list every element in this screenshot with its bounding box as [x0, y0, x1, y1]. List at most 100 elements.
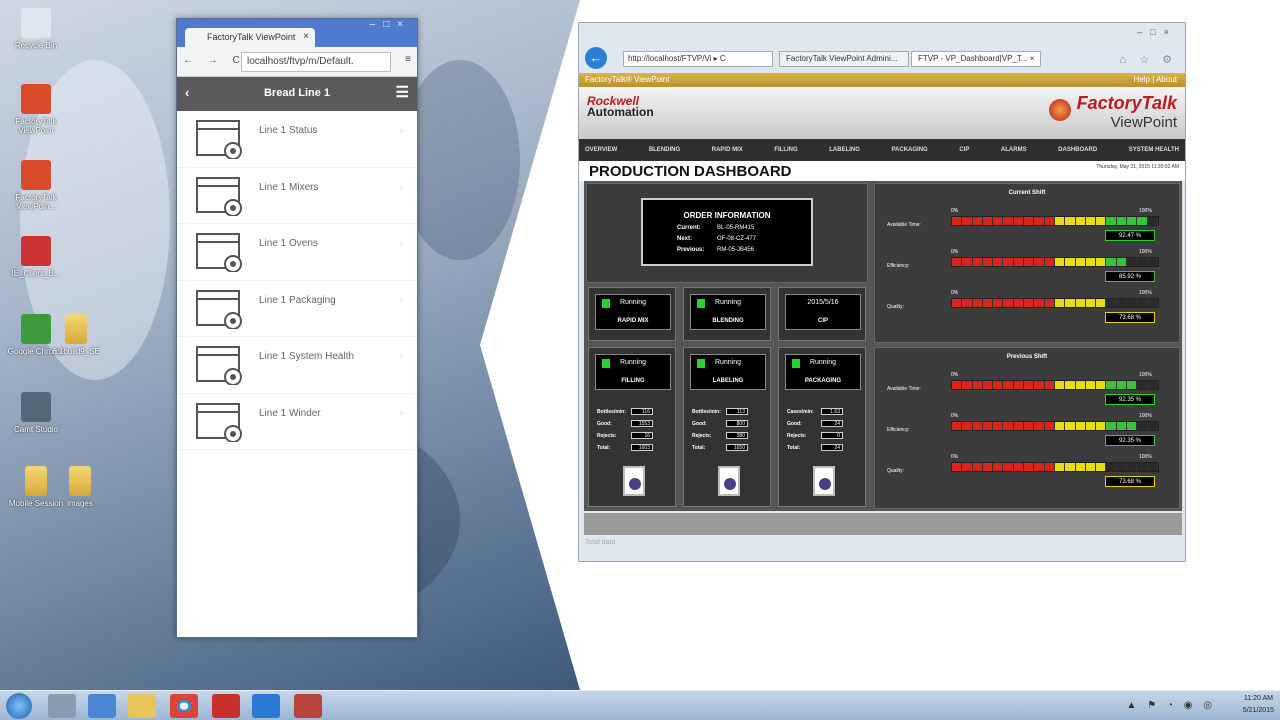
bar-segment — [1147, 217, 1158, 225]
bar-segment — [1034, 422, 1045, 430]
display-list-item[interactable]: Line 1 Ovens › — [177, 224, 417, 281]
ie-window-controls[interactable]: –□× — [1137, 27, 1177, 37]
ie-address-input[interactable]: http://localhost/FTVP/Vi ▸ C — [623, 51, 773, 67]
bar-segment — [952, 299, 963, 307]
ie-tab-dashboard[interactable]: FTVP - VP_Dashboard|VP_T... × — [911, 51, 1041, 67]
url-input[interactable]: localhost/ftvp/m/Default. — [241, 52, 391, 72]
taskbar-remote-icon[interactable] — [88, 694, 116, 718]
counter-row: Total: 1603 — [597, 444, 653, 451]
nav-link-blending[interactable]: BLENDING — [649, 147, 680, 153]
oee-metric: Quality: 0% 100% 73.68 % — [887, 450, 1175, 490]
nav-link-filling[interactable]: FILLING — [774, 147, 797, 153]
counter-label: Good: — [787, 421, 802, 427]
metric-bar — [951, 421, 1159, 431]
display-list-item[interactable]: Line 1 Winder › — [177, 394, 417, 450]
nav-link-labeling[interactable]: LABELING — [829, 147, 860, 153]
unit-panel[interactable]: Running LABELING Bottles/min: 113 Good: 800 Re… — [683, 347, 771, 507]
display-label: Line 1 Ovens — [259, 238, 318, 249]
window-controls[interactable]: –□× — [370, 19, 411, 30]
factorytalk-logo-icon — [1048, 99, 1071, 121]
counter-row: Total: 1650 — [692, 444, 748, 451]
desktop-icon[interactable]: Recycle Bin — [6, 8, 66, 50]
bar-segment — [962, 217, 973, 225]
tray-icons[interactable]: ▲ ⚑ ◔ ◉ ◎ — [1127, 700, 1216, 711]
desktop-icon[interactable]: Camt Studio — [6, 392, 66, 434]
display-list-item[interactable]: Line 1 System Health › — [177, 337, 417, 394]
bar-segment — [962, 299, 973, 307]
nav-link-overview[interactable]: OVERVIEW — [585, 147, 617, 153]
unit-panel[interactable]: Running RAPID MIX — [588, 287, 676, 341]
chrome-menu-icon[interactable]: ≡ — [405, 54, 411, 65]
unit-status: Running — [809, 359, 837, 366]
taskbar-ie-icon[interactable] — [252, 694, 280, 718]
desktop-icon[interactable]: 6.1build9_SE — [46, 314, 106, 356]
display-list-item[interactable]: Line 1 Status › — [177, 111, 417, 168]
oee-metric: Available Time: 0% 100% 92.35 % — [887, 368, 1175, 408]
back-icon[interactable]: ‹ — [185, 85, 189, 100]
unit-panel[interactable]: Running BLENDING — [683, 287, 771, 341]
desktop-icon[interactable]: FactoryTalk ViewPoin... — [6, 160, 66, 211]
nav-link-system-health[interactable]: SYSTEM HEALTH — [1129, 147, 1179, 153]
counter-label: Bottles/min: — [692, 409, 721, 415]
ie-back-button[interactable]: ← — [585, 47, 607, 69]
bar-segment — [1137, 422, 1148, 430]
unit-panel[interactable]: 2015/5/16 CIP — [778, 287, 866, 341]
nav-link-cip[interactable]: CIP — [959, 147, 969, 153]
metric-bar — [951, 216, 1159, 226]
close-tab-icon[interactable]: × — [303, 31, 309, 42]
chevron-right-icon: › — [399, 294, 403, 306]
bar-segment — [1147, 422, 1158, 430]
oee-metric: Efficiency: 0% 100% 92.35 % — [887, 409, 1175, 449]
unit-panel[interactable]: Running PACKAGING Cases/min: 1.63 Good: 24 Rej… — [778, 347, 866, 507]
bar-segment — [1034, 381, 1045, 389]
taskbar-app-icon[interactable] — [212, 694, 240, 718]
app-bar: FactoryTalk® ViewPoint Help | About — [579, 73, 1185, 87]
unit-panel[interactable]: Running FILLING Bottles/min: 116 Good: 1553 Re… — [588, 347, 676, 507]
desktop-icon[interactable]: IE_Client_B... — [6, 236, 66, 278]
bar-segment — [1116, 217, 1128, 225]
nav-link-packaging[interactable]: PACKAGING — [892, 147, 928, 153]
bar-segment — [972, 422, 983, 430]
chrome-tab-bar: FactoryTalk ViewPoint × –□× — [177, 19, 417, 47]
nav-link-rapid-mix[interactable]: RAPID MIX — [712, 147, 743, 153]
unit-name: FILLING — [621, 378, 645, 384]
ie-tab-admin[interactable]: FactoryTalk ViewPoint Admini... — [779, 51, 909, 67]
taskbar-chrome-icon[interactable] — [170, 694, 198, 718]
bar-segment — [1147, 463, 1158, 471]
taskbar-factorytalk-icon[interactable] — [294, 694, 322, 718]
desktop-icon-image — [21, 84, 51, 114]
bar-segment — [1034, 258, 1045, 266]
counter-value: 16 — [631, 432, 653, 439]
clock[interactable]: 11:20 AM 5/21/2015 — [1243, 693, 1274, 717]
bar-segment — [962, 422, 973, 430]
bar-segment — [1013, 381, 1025, 389]
metric-value: 92.35 % — [1105, 435, 1155, 446]
desktop-icon-image — [25, 466, 47, 496]
ie-favorites-icons[interactable]: ⌂ ☆ ⚙ — [1120, 53, 1177, 66]
scale-max: 100% — [1139, 454, 1152, 460]
desktop-icon[interactable]: FactoryTalk ViewPoint — [6, 84, 66, 135]
nav-buttons[interactable]: ← → C — [183, 55, 246, 66]
help-about-links[interactable]: Help | About — [1134, 75, 1177, 84]
bar-segment — [1127, 381, 1138, 389]
bar-segment — [1106, 217, 1117, 225]
display-list-item[interactable]: Line 1 Mixers › — [177, 168, 417, 224]
desktop-icon-image — [65, 314, 87, 344]
unit-name: LABELING — [712, 378, 744, 384]
order-key: Next: — [677, 236, 693, 242]
desktop-icon-label: Camt Studio — [13, 425, 59, 434]
hamburger-menu-icon[interactable]: ☰ — [396, 83, 409, 101]
nav-link-alarms[interactable]: ALARMS — [1001, 147, 1027, 153]
taskbar-explorer-icon[interactable] — [48, 694, 76, 718]
desktop-icon[interactable]: images — [50, 466, 110, 508]
bar-segment — [1075, 217, 1086, 225]
order-panel: ORDER INFORMATION Current: BL-05-RM415 Nex… — [586, 183, 868, 283]
display-list-item[interactable]: Line 1 Packaging › — [177, 281, 417, 337]
chrome-tab[interactable]: FactoryTalk ViewPoint × — [185, 28, 315, 47]
unit-name: BLENDING — [712, 318, 744, 324]
taskbar-folder-icon[interactable] — [128, 694, 156, 718]
order-row: Previous: RM-05-JB456 — [677, 247, 811, 253]
start-button[interactable] — [6, 693, 32, 719]
counter-label: Rejects: — [597, 433, 617, 439]
nav-link-dashboard[interactable]: DASHBOARD — [1058, 147, 1097, 153]
